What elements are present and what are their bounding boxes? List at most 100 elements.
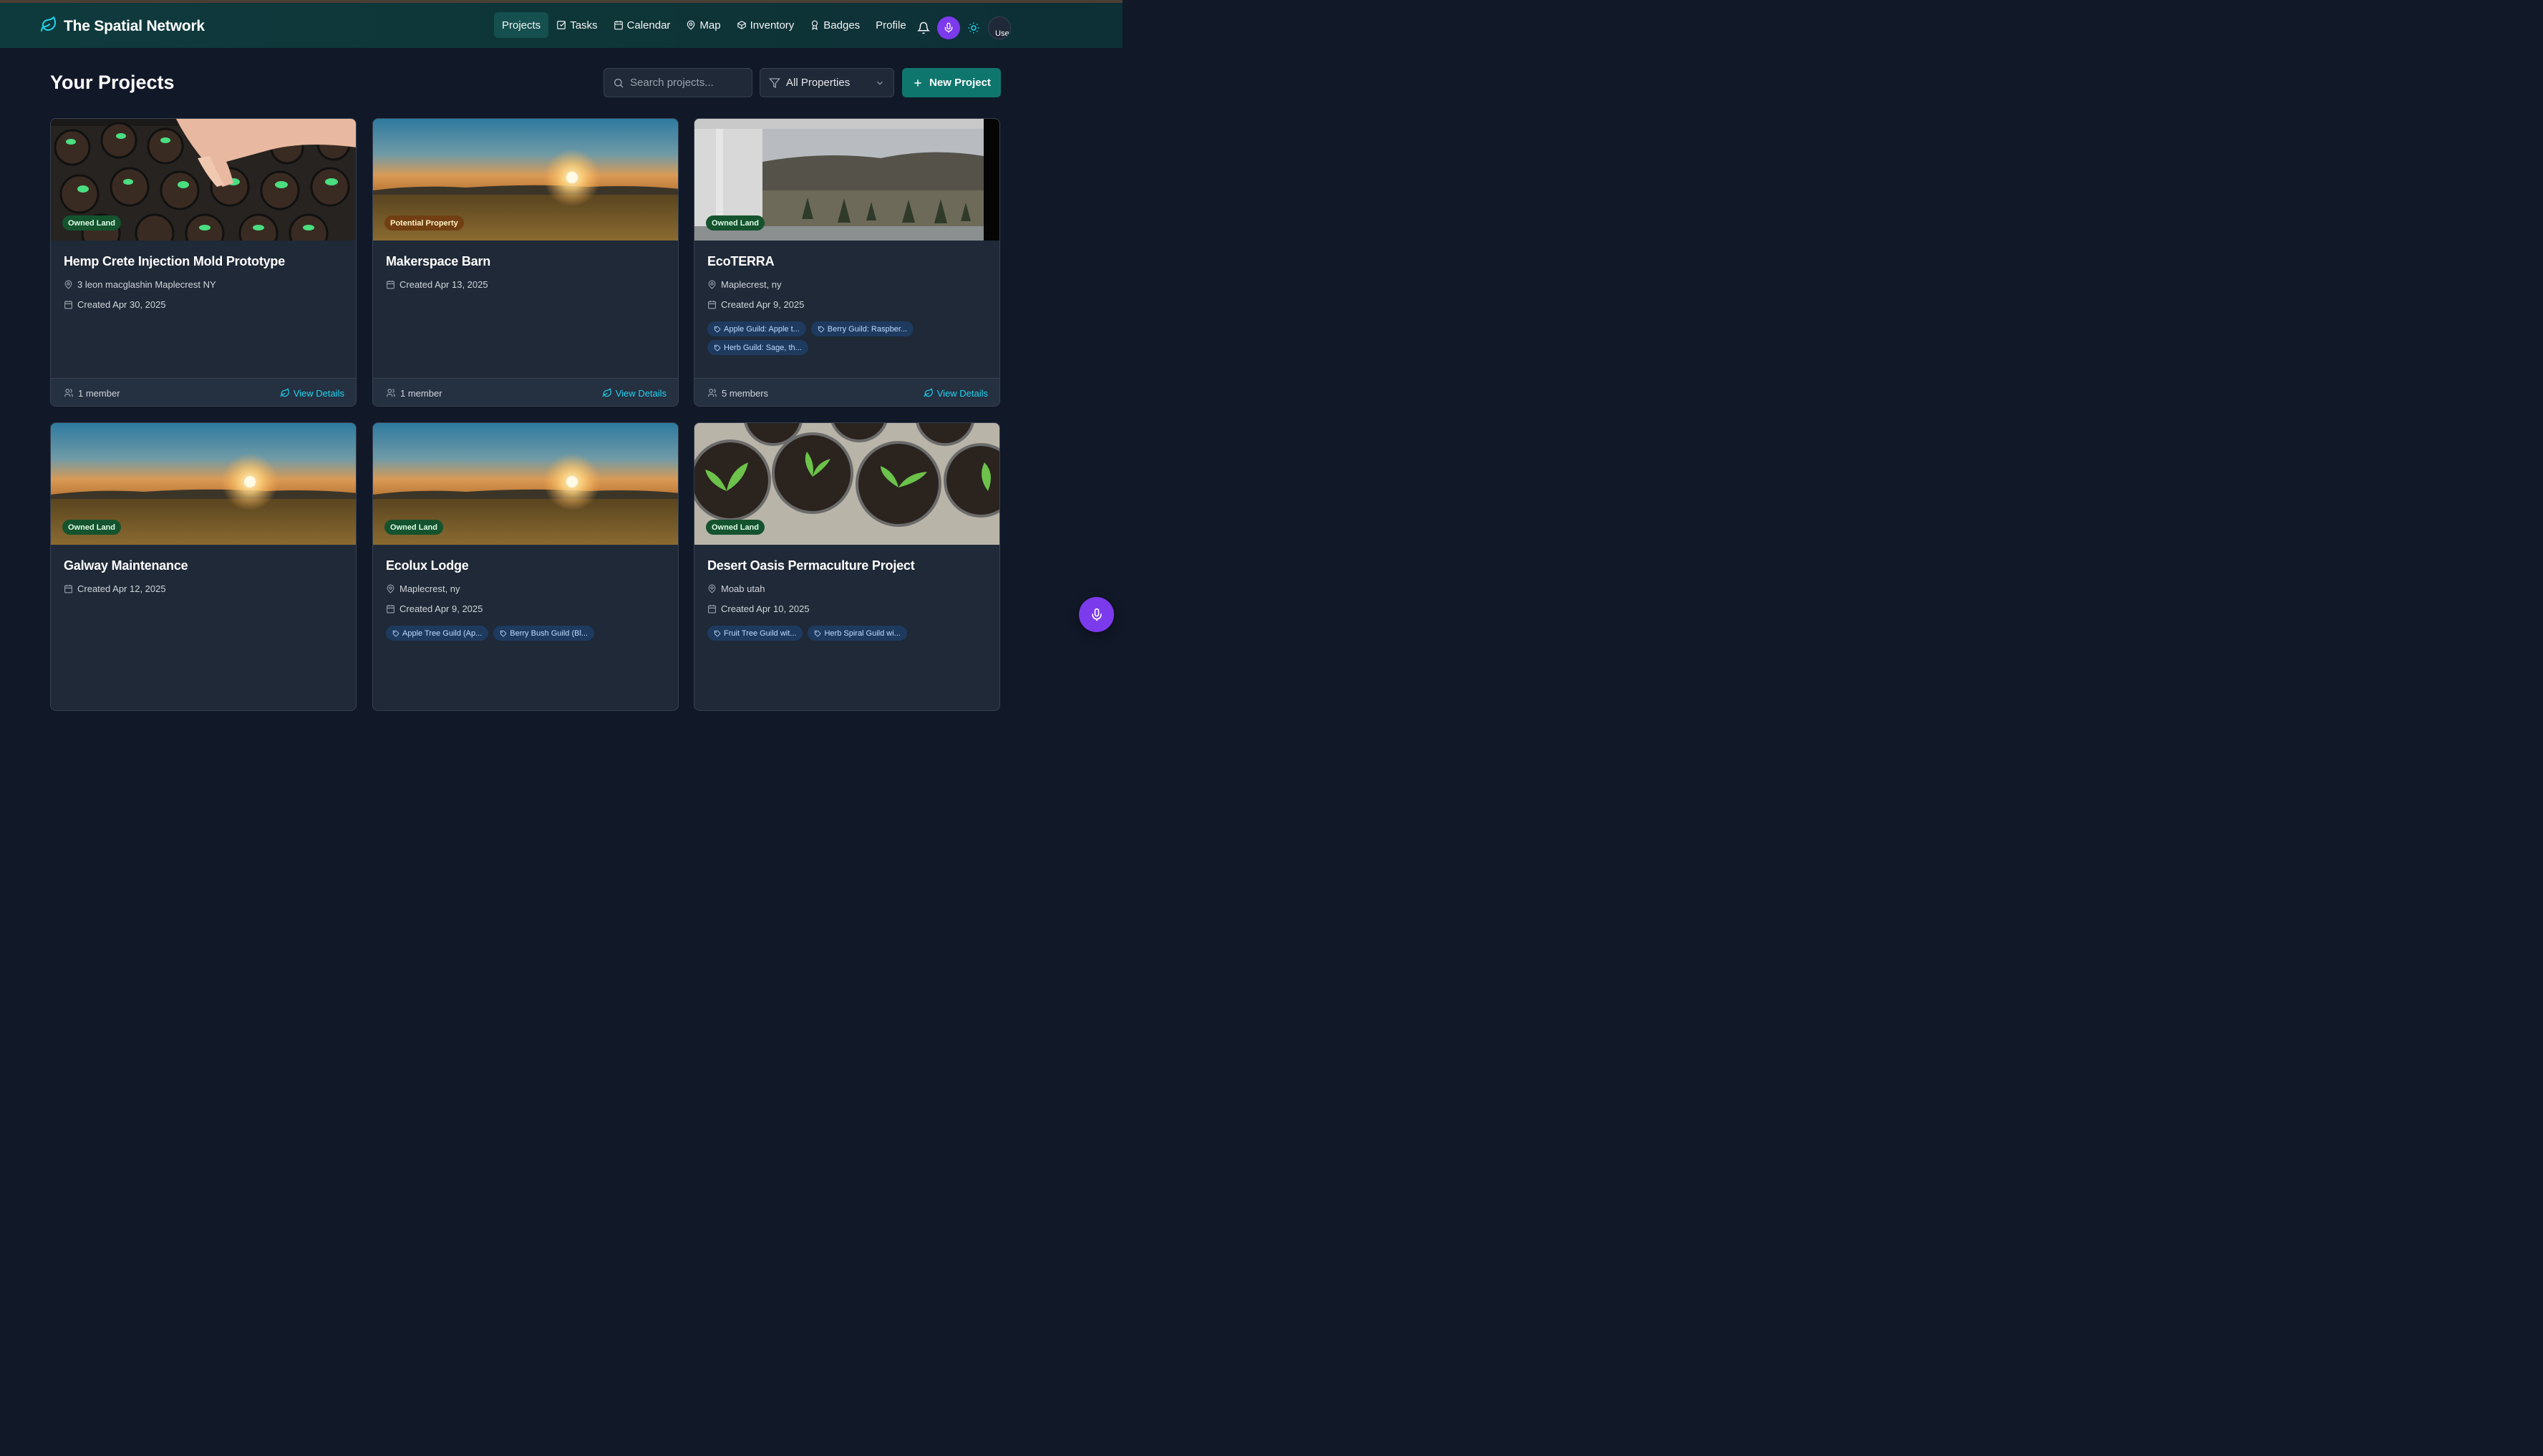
- guild-tag-label: Apple Tree Guild (Ap...: [402, 628, 483, 638]
- nav-projects[interactable]: Projects: [494, 12, 549, 38]
- project-created-text: Created Apr 13, 2025: [399, 279, 488, 290]
- guild-tag[interactable]: Herb Guild: Sage, th...: [707, 340, 808, 355]
- tag-icon: [500, 630, 507, 636]
- guild-tag-label: Fruit Tree Guild wit...: [724, 628, 797, 638]
- view-details-label: View Details: [293, 387, 344, 399]
- nav-map[interactable]: Map: [678, 12, 728, 38]
- tag-icon: [815, 630, 821, 636]
- project-title[interactable]: EcoTERRA: [707, 254, 775, 269]
- guild-tag[interactable]: Berry Guild: Raspber...: [810, 321, 914, 336]
- guild-tag[interactable]: Herb Spiral Guild wi...: [808, 626, 907, 641]
- member-count: 5 members: [707, 388, 768, 399]
- nav-inventory[interactable]: Inventory: [729, 12, 803, 38]
- project-created: Created Apr 9, 2025: [707, 299, 804, 310]
- filter-funnel-icon: [769, 77, 780, 88]
- tag-icon: [714, 630, 721, 636]
- project-location: Maplecrest, ny: [707, 279, 782, 290]
- check-square-icon: [557, 21, 566, 29]
- avatar-alt-text: Use: [995, 29, 1009, 38]
- leaf-icon: [280, 388, 289, 397]
- tag-icon: [392, 630, 399, 636]
- guild-tag[interactable]: Fruit Tree Guild wit...: [707, 626, 803, 641]
- guild-tag-label: Apple Guild: Apple t...: [724, 324, 800, 334]
- calendar-icon: [387, 281, 394, 289]
- project-created: Created Apr 9, 2025: [386, 603, 483, 614]
- map-pin-icon: [687, 20, 695, 30]
- project-card[interactable]: Owned Land Desert Oasis Permaculture Pro…: [694, 422, 1000, 711]
- filter-selected-value: All Properties: [786, 77, 851, 89]
- project-card[interactable]: Owned Land EcoTERRA Maplecrest, ny Creat…: [694, 118, 1000, 407]
- member-count-text: 5 members: [722, 387, 769, 399]
- search-icon: [614, 78, 624, 87]
- project-created-text: Created Apr 12, 2025: [77, 583, 166, 594]
- guild-tag[interactable]: Apple Guild: Apple t...: [707, 321, 806, 336]
- page-title: Your Projects: [50, 72, 175, 93]
- view-details-link[interactable]: View Details: [280, 388, 344, 399]
- view-details-label: View Details: [615, 387, 667, 399]
- guild-tag-label: Berry Bush Guild (Bl...: [510, 628, 588, 638]
- top-navbar: The Spatial Network Projects Tasks Calen…: [0, 3, 1123, 48]
- nav-profile[interactable]: Profile: [868, 12, 914, 38]
- project-title[interactable]: Makerspace Barn: [386, 254, 490, 269]
- status-badge: Potential Property: [384, 215, 464, 230]
- notifications-bell-icon[interactable]: [916, 21, 931, 35]
- search-input[interactable]: [630, 77, 745, 89]
- project-title[interactable]: Ecolux Lodge: [386, 558, 469, 573]
- status-badge: Owned Land: [62, 215, 121, 230]
- nav-inventory-label: Inventory: [750, 19, 795, 31]
- project-created-text: Created Apr 9, 2025: [399, 603, 483, 614]
- new-project-button[interactable]: New Project: [902, 68, 1001, 97]
- nav-badges-label: Badges: [823, 19, 861, 31]
- project-location: Moab utah: [707, 583, 765, 594]
- member-count: 1 member: [386, 388, 442, 399]
- status-badge: Owned Land: [706, 215, 765, 230]
- main-nav: Projects Tasks Calendar Map Inventory Ba…: [494, 12, 914, 38]
- view-details-label: View Details: [936, 387, 988, 399]
- project-location: 3 leon macglashin Maplecrest NY: [64, 279, 216, 290]
- brand[interactable]: The Spatial Network: [40, 16, 205, 37]
- nav-calendar[interactable]: Calendar: [606, 12, 679, 38]
- package-icon: [737, 21, 746, 29]
- search-box[interactable]: [604, 68, 752, 97]
- guild-tags: Fruit Tree Guild wit... Herb Spiral Guil…: [707, 626, 994, 641]
- leaf-logo-icon: [40, 16, 57, 37]
- project-card[interactable]: Owned Land Galway Maintenance Created Ap…: [50, 422, 357, 711]
- project-location: Maplecrest, ny: [386, 583, 460, 594]
- project-location-text: Maplecrest, ny: [399, 583, 460, 594]
- project-created: Created Apr 30, 2025: [64, 299, 166, 310]
- tag-icon: [714, 326, 721, 332]
- view-details-link[interactable]: View Details: [602, 388, 667, 399]
- nav-tasks[interactable]: Tasks: [548, 12, 605, 38]
- project-title[interactable]: Desert Oasis Permaculture Project: [707, 558, 915, 573]
- microphone-icon: [1091, 608, 1102, 621]
- calendar-icon: [708, 301, 716, 309]
- project-card[interactable]: Owned Land Ecolux Lodge Maplecrest, ny C…: [372, 422, 679, 711]
- app-title: The Spatial Network: [64, 17, 205, 34]
- project-created: Created Apr 13, 2025: [386, 279, 488, 290]
- nav-tasks-label: Tasks: [570, 19, 598, 31]
- floating-voice-assistant-button[interactable]: [1079, 597, 1114, 632]
- project-title[interactable]: Galway Maintenance: [64, 558, 188, 573]
- users-icon: [64, 389, 73, 397]
- nav-badges[interactable]: Badges: [802, 12, 868, 38]
- member-count-text: 1 member: [400, 387, 442, 399]
- guild-tag[interactable]: Apple Tree Guild (Ap...: [386, 626, 489, 641]
- leaf-icon: [602, 388, 611, 397]
- guild-tag-label: Herb Spiral Guild wi...: [824, 628, 901, 638]
- project-location-text: 3 leon macglashin Maplecrest NY: [77, 279, 216, 290]
- project-title[interactable]: Hemp Crete Injection Mold Prototype: [64, 254, 285, 269]
- property-filter-select[interactable]: All Properties: [760, 68, 894, 97]
- guild-tag[interactable]: Berry Bush Guild (Bl...: [493, 626, 595, 641]
- project-location-text: Maplecrest, ny: [721, 279, 782, 290]
- guild-tag-label: Berry Guild: Raspber...: [827, 324, 908, 334]
- microphone-icon: [944, 22, 953, 33]
- nav-projects-label: Projects: [502, 19, 541, 31]
- theme-toggle-sun-icon[interactable]: [967, 21, 981, 35]
- project-card[interactable]: Owned Land Hemp Crete Injection Mold Pro…: [50, 118, 357, 407]
- map-pin-icon: [708, 584, 716, 593]
- voice-mic-button[interactable]: [937, 16, 960, 39]
- user-avatar[interactable]: Use: [988, 16, 1011, 39]
- view-details-link[interactable]: View Details: [924, 388, 988, 399]
- project-card[interactable]: Potential Property Makerspace Barn Creat…: [372, 118, 679, 407]
- users-icon: [387, 389, 395, 397]
